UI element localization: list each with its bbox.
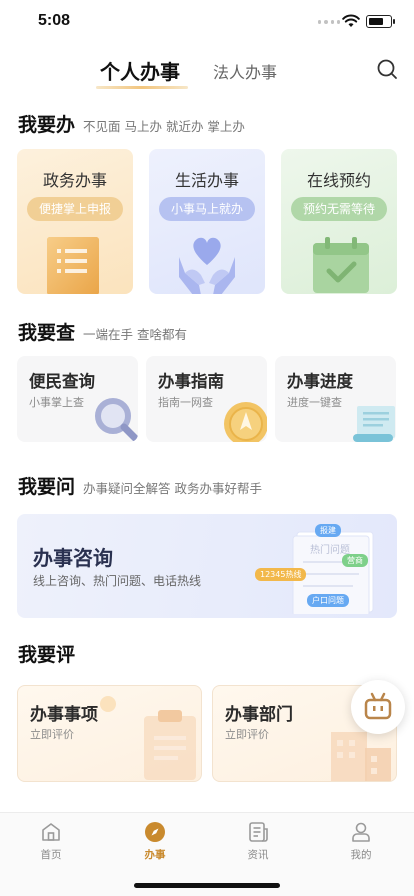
- calendar-check-icon: [313, 237, 369, 293]
- card-subtitle: 立即评价: [225, 728, 269, 741]
- status-time: 5:08: [38, 12, 71, 29]
- document-icon: [47, 237, 99, 294]
- section-ask-header: 我要问 办事疑问全解答 政务办事好帮手: [18, 472, 262, 499]
- card-online-booking[interactable]: 在线预约 预约无需等待: [281, 149, 397, 294]
- card-subtitle: 小事掌上查: [29, 396, 84, 409]
- section-ask-subtitle: 办事疑问全解答 政务办事好帮手: [83, 481, 262, 496]
- assistant-robot-button[interactable]: [351, 680, 405, 734]
- card-subtitle: 立即评价: [30, 728, 74, 741]
- section-do-header: 我要办 不见面 马上办 就近办 掌上办: [18, 110, 245, 137]
- section-query-subtitle: 一端在手 查啥都有: [83, 327, 187, 342]
- card-pill: 小事马上就办: [159, 197, 255, 221]
- compass-nav-icon: [145, 822, 165, 842]
- heart-hands-icon: [179, 237, 235, 294]
- card-title: 办事指南: [158, 372, 224, 391]
- magnifier-icon: [95, 398, 138, 442]
- card-subtitle: 进度一键查: [287, 396, 342, 409]
- nav-home-label: 首页: [40, 849, 62, 861]
- card-title: 办事事项: [30, 705, 98, 725]
- nav-mine-label: 我的: [350, 849, 372, 861]
- tag-business: 营商: [342, 554, 368, 567]
- section-query-header: 我要查 一端在手 查啥都有: [18, 318, 187, 345]
- consult-banner[interactable]: 办事咨询 线上咨询、热门问题、电话热线 热门问题 报建 营商 12345热线 户…: [17, 514, 397, 618]
- clipboard-icon: [144, 710, 196, 780]
- user-icon: [352, 822, 370, 842]
- card-life-affairs[interactable]: 生活办事 小事马上就办: [149, 149, 265, 294]
- nav-work[interactable]: 办事: [125, 821, 185, 862]
- top-tabs: 个人办事 法人办事: [0, 50, 414, 94]
- section-ask-title: 我要问: [18, 476, 76, 498]
- scroll-icon: [353, 406, 395, 442]
- nav-news[interactable]: 资讯: [228, 821, 288, 862]
- robot-icon: [364, 692, 392, 720]
- nav-home[interactable]: 首页: [21, 821, 81, 862]
- section-eval-title: 我要评: [18, 644, 76, 666]
- card-title: 在线预约: [306, 171, 371, 190]
- wifi-icon: [342, 14, 360, 27]
- nav-news-label: 资讯: [247, 849, 269, 861]
- card-citizen-query[interactable]: 便民查询 小事掌上查: [17, 356, 138, 442]
- battery-icon: [366, 15, 395, 28]
- card-title: 生活办事: [174, 171, 239, 190]
- card-service-guide[interactable]: 办事指南 指南一网查: [146, 356, 267, 442]
- news-icon: [249, 822, 268, 842]
- card-title: 办事部门: [225, 705, 293, 725]
- home-indicator: [134, 883, 280, 888]
- nav-mine[interactable]: 我的: [331, 821, 391, 862]
- nav-work-label: 办事: [144, 849, 166, 861]
- section-do-title: 我要办: [18, 114, 76, 136]
- card-gov-affairs[interactable]: 政务办事 便捷掌上申报: [17, 149, 133, 294]
- card-pill: 便捷掌上申报: [27, 197, 123, 221]
- consult-title: 办事咨询: [33, 546, 113, 570]
- tab-legal[interactable]: 法人办事: [213, 59, 277, 83]
- search-icon[interactable]: [376, 58, 398, 80]
- tab-active-indicator: [96, 86, 188, 89]
- card-title: 政务办事: [42, 171, 107, 190]
- card-service-progress[interactable]: 办事进度 进度一键查: [275, 356, 396, 442]
- section-eval-header: 我要评: [18, 640, 75, 667]
- section-query-title: 我要查: [18, 322, 76, 344]
- card-eval-items[interactable]: 办事事项 立即评价: [17, 685, 202, 782]
- card-title: 便民查询: [29, 372, 95, 391]
- card-subtitle: 指南一网查: [158, 396, 213, 409]
- tag-hukou: 户口问题: [307, 594, 349, 607]
- compass-icon: [224, 402, 267, 442]
- section-do-subtitle: 不见面 马上办 就近办 掌上办: [83, 119, 245, 134]
- tag-hotline: 12345热线: [255, 568, 307, 581]
- consult-subtitle: 线上咨询、热门问题、电话热线: [33, 574, 202, 588]
- card-title: 办事进度: [287, 372, 353, 391]
- tab-personal[interactable]: 个人办事: [100, 56, 180, 85]
- status-bar: 5:08: [0, 0, 414, 44]
- card-pill: 预约无需等待: [291, 197, 387, 221]
- home-icon: [42, 823, 60, 841]
- tag-build: 报建: [315, 524, 341, 537]
- cellular-signal-icon: [318, 20, 340, 26]
- decor-dot: [100, 696, 116, 712]
